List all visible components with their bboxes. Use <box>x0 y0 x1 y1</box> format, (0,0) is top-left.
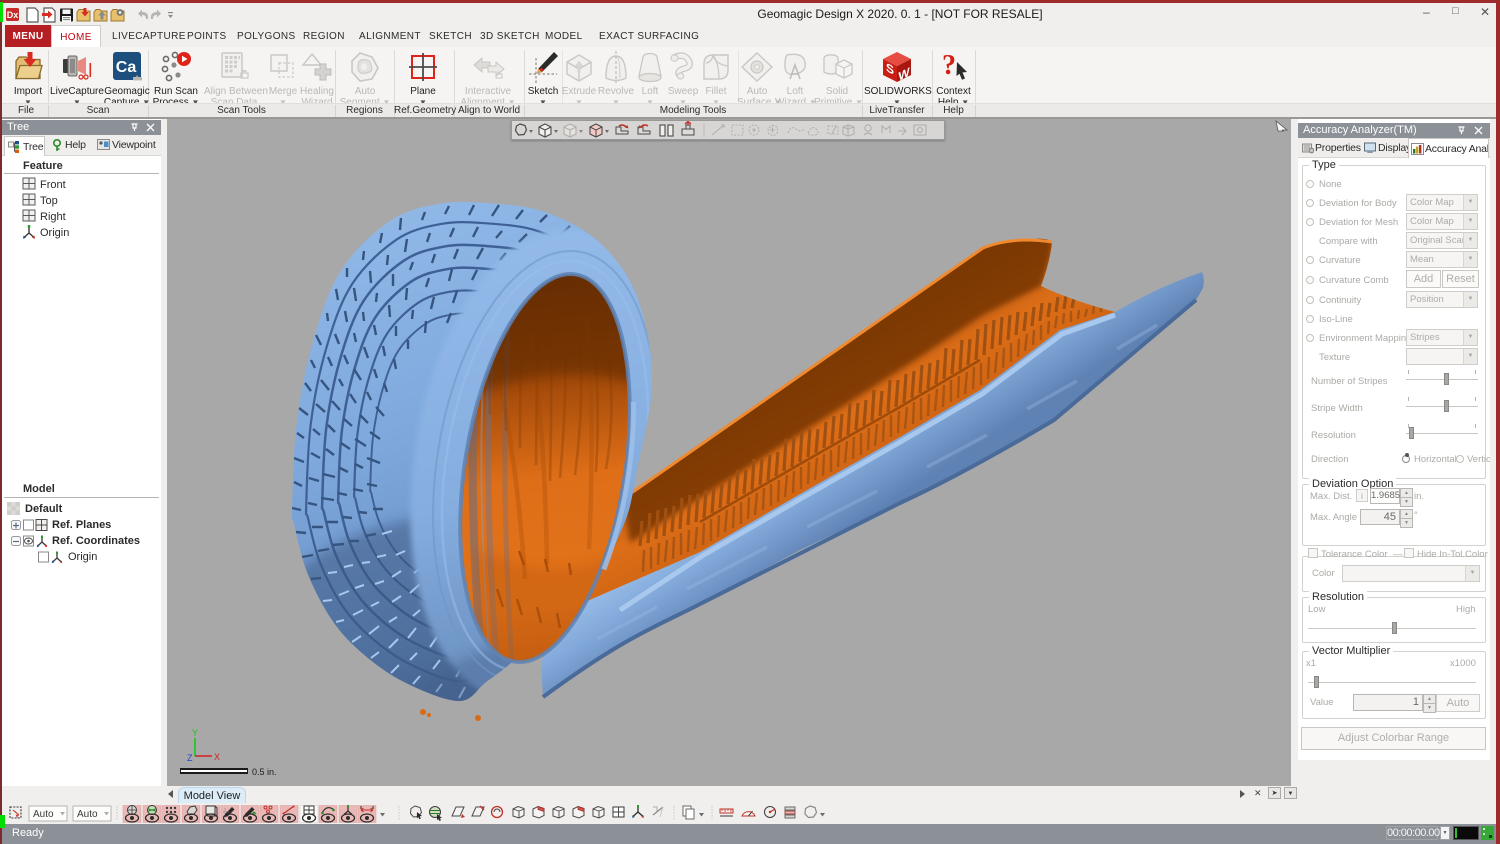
svg-text:Ca: Ca <box>116 59 137 76</box>
svg-text:0.5 in.: 0.5 in. <box>252 767 277 777</box>
svg-text:Auto: Auto <box>77 809 98 820</box>
svg-text:?: ? <box>942 50 956 81</box>
svg-text:Z: Z <box>187 753 193 763</box>
svg-text:Auto: Auto <box>33 809 54 820</box>
svg-text:X: X <box>214 752 220 762</box>
svg-text:Dx: Dx <box>7 10 19 20</box>
svg-text:Y: Y <box>192 728 198 738</box>
